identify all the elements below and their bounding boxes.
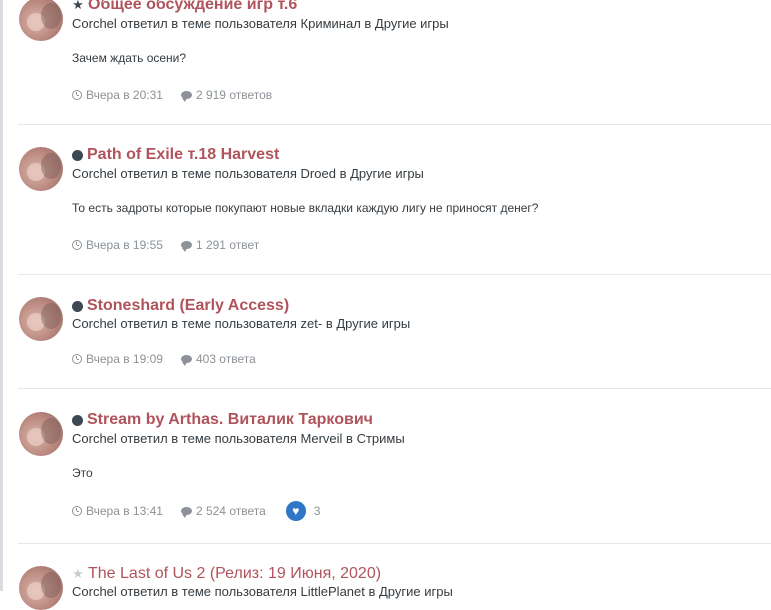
divider <box>18 388 771 389</box>
heart-icon[interactable]: ♥ <box>285 501 306 521</box>
unread-dot-icon <box>72 300 83 312</box>
activity-line: Corchel ответил в теме пользователя Litt… <box>72 584 453 599</box>
unread-dot-icon <box>72 149 83 161</box>
comment-icon <box>180 91 192 102</box>
activity-line: Corchel ответил в теме пользователя zet-… <box>72 316 411 331</box>
reaction-count: 3 <box>313 504 321 518</box>
timestamp: Вчера в 19:55 <box>86 238 163 252</box>
divider <box>18 124 771 125</box>
item-meta: Вчера в 13:41 2 524 ответа ♥ 3 <box>72 501 321 521</box>
divider <box>18 274 771 275</box>
replies-label: 2 524 ответа <box>195 504 266 518</box>
topic-title-link[interactable]: Path of Exile т.18 Harvest <box>87 146 279 164</box>
clock-icon <box>72 240 82 250</box>
replies-count: 2 919 ответов <box>180 88 273 102</box>
timestamp: Вчера в 19:09 <box>86 352 163 366</box>
comment-icon <box>180 241 192 252</box>
reactions[interactable]: ♥ 3 <box>285 501 321 521</box>
topic-title-row: ★ Общее обсуждение игр т.6 <box>72 0 297 16</box>
post-snippet: То есть задроты которые покупают новые в… <box>72 201 539 215</box>
topic-title-link[interactable]: Stream by Arthas. Виталик Таркович <box>87 411 373 429</box>
topic-title-link[interactable]: Общее обсуждение игр т.6 <box>88 0 297 14</box>
timestamp: Вчера в 13:41 <box>86 504 163 518</box>
divider <box>18 543 771 544</box>
replies-label: 1 291 ответ <box>195 238 260 252</box>
activity-line: Corchel ответил в теме пользователя Merv… <box>72 431 405 446</box>
timestamp-link[interactable]: Вчера в 19:55 <box>72 238 163 252</box>
avatar[interactable] <box>19 566 63 610</box>
timestamp-link[interactable]: Вчера в 13:41 <box>72 504 163 518</box>
star-icon: ★ <box>72 0 84 12</box>
post-snippet: Зачем ждать осени? <box>72 51 187 65</box>
topic-title-link[interactable]: Stoneshard (Early Access) <box>87 297 289 315</box>
timestamp-link[interactable]: Вчера в 19:09 <box>72 352 163 366</box>
replies-label: 2 919 ответов <box>195 88 273 102</box>
clock-icon <box>72 506 82 516</box>
item-meta: Вчера в 19:09 403 ответа <box>72 351 256 367</box>
activity-line: Corchel ответил в теме пользователя Крим… <box>72 16 449 31</box>
unread-dot-icon <box>72 414 83 426</box>
replies-label: 403 ответа <box>195 352 256 366</box>
clock-icon <box>72 90 82 100</box>
comment-icon <box>180 507 192 518</box>
item-meta: Вчера в 19:55 1 291 ответ <box>72 237 259 253</box>
topic-title-row: ★ The Last of Us 2 (Релиз: 19 Июня, 2020… <box>72 563 381 585</box>
replies-count: 1 291 ответ <box>180 238 260 252</box>
activity-feed: ★ Общее обсуждение игр т.6 Corchel ответ… <box>0 0 771 610</box>
activity-line: Corchel ответил в теме пользователя Droe… <box>72 166 424 181</box>
avatar[interactable] <box>19 147 63 191</box>
comment-icon <box>180 355 192 366</box>
topic-title-row: Stream by Arthas. Виталик Таркович <box>72 409 373 431</box>
post-snippet: Это <box>72 466 93 480</box>
topic-title-link[interactable]: The Last of Us 2 (Релиз: 19 Июня, 2020) <box>88 565 381 583</box>
item-meta: Вчера в 20:31 2 919 ответов <box>72 87 272 103</box>
star-outline-icon: ★ <box>72 566 84 581</box>
clock-icon <box>72 354 82 364</box>
replies-count: 403 ответа <box>180 352 256 366</box>
avatar[interactable] <box>19 297 63 341</box>
timestamp: Вчера в 20:31 <box>86 88 163 102</box>
replies-count: 2 524 ответа <box>180 504 266 518</box>
topic-title-row: Stoneshard (Early Access) <box>72 295 289 317</box>
timestamp-link[interactable]: Вчера в 20:31 <box>72 88 163 102</box>
avatar[interactable] <box>19 412 63 456</box>
topic-title-row: Path of Exile т.18 Harvest <box>72 144 279 166</box>
avatar[interactable] <box>19 0 63 41</box>
